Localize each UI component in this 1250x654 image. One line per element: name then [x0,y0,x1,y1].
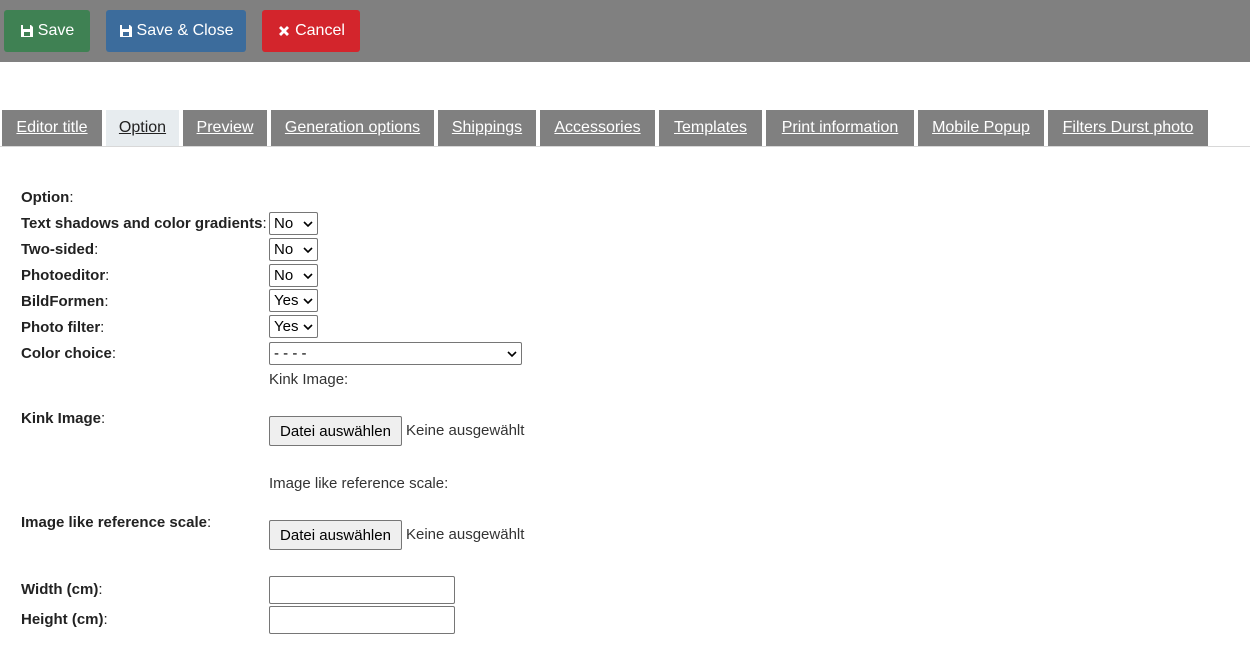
chevron-down-icon [303,245,313,255]
reference-scale-label: Image like reference scale: [21,514,212,531]
photo-filter-select[interactable]: Yes [269,315,318,338]
save-close-button[interactable]: Save & Close [106,10,246,52]
tab-label: Accessories [554,119,641,136]
tab-label: Print information [781,119,899,136]
reference-scale-file-button[interactable]: Datei auswählen [269,520,402,550]
chevron-down-icon [507,349,517,359]
chevron-down-icon [303,219,313,229]
tab-label: Preview [196,119,254,136]
tab-templates[interactable]: Templates [659,110,762,146]
height-input[interactable] [269,606,455,634]
select-value: - - - - [274,345,307,362]
tab-generation-options[interactable]: Generation options [271,110,434,146]
two-sided-select[interactable]: No [269,238,318,261]
photo-filter-label: Photo filter: [21,319,105,336]
close-icon [279,26,290,36]
color-choice-select[interactable]: - - - - [269,342,522,365]
option-section-label: Option: [21,189,74,206]
tab-label: Generation options [284,119,421,136]
select-value: No [274,215,294,232]
photoeditor-select[interactable]: No [269,264,318,287]
height-label: Height (cm): [21,611,108,628]
tab-label: Templates [674,119,747,136]
tab-mobile-popup[interactable]: Mobile Popup [918,110,1044,146]
tab-print-information[interactable]: Print information [766,110,914,146]
width-input[interactable] [269,576,455,604]
tab-option[interactable]: Option [106,110,179,146]
save-close-label: Save & Close [136,22,234,39]
bildformen-label: BildFormen: [21,293,109,310]
select-value: Yes [274,292,299,309]
cancel-label: Cancel [295,22,345,39]
tab-editor-title[interactable]: Editor title [2,110,102,146]
kink-image-label: Kink Image: [21,410,106,427]
tab-label: Mobile Popup [932,119,1030,136]
tab-label: Shippings [451,119,523,136]
kink-image-caption: Kink Image: [269,371,349,388]
cancel-button[interactable]: Cancel [262,10,360,52]
tab-preview[interactable]: Preview [183,110,267,146]
kink-image-file-status: Keine ausgewählt [406,422,525,439]
select-value: Yes [274,318,299,335]
save-button[interactable]: Save [4,10,90,52]
tab-label: Option [118,119,167,136]
save-label: Save [37,22,75,39]
chevron-down-icon [303,271,313,281]
chevron-down-icon [303,322,313,332]
tab-accessories[interactable]: Accessories [540,110,655,146]
two-sided-label: Two-sided: [21,241,99,258]
select-value: No [274,267,294,284]
text-shadows-select[interactable]: No [269,212,318,235]
bildformen-select[interactable]: Yes [269,289,318,312]
floppy-disk-icon [20,25,33,37]
tab-bar: Editor title Option Preview Generation o… [0,110,1250,147]
select-value: No [274,241,294,258]
chevron-down-icon [303,296,313,306]
tab-shippings[interactable]: Shippings [438,110,536,146]
kink-image-file-button[interactable]: Datei auswählen [269,416,402,446]
tab-label: Filters Durst photo [1062,119,1194,136]
toolbar: Save Save & Close Cancel [0,0,1250,62]
color-choice-label: Color choice: [21,345,117,362]
reference-scale-file-status: Keine ausgewählt [406,526,525,543]
tab-label: Editor title [16,119,88,136]
text-shadows-label: Text shadows and color gradients: [21,215,267,232]
floppy-disk-icon [119,25,132,37]
tab-filters-durst-photo[interactable]: Filters Durst photo [1048,110,1208,146]
width-label: Width (cm): [21,581,103,598]
reference-scale-caption: Image like reference scale: [269,475,449,492]
photoeditor-label: Photoeditor: [21,267,110,284]
